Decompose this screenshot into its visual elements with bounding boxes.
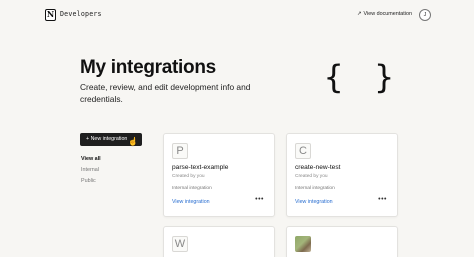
integration-initial-icon: W (172, 236, 188, 252)
braces-illustration: { } (324, 58, 400, 96)
top-bar: N Developers ↗ View documentation J (0, 0, 474, 30)
integration-photo-icon (295, 236, 311, 252)
filter-internal[interactable]: Internal (81, 167, 99, 173)
integration-card[interactable] (286, 226, 398, 257)
view-integration-link[interactable]: View integration (172, 199, 210, 205)
pointer-cursor-icon: ☝ (128, 137, 138, 146)
notion-logo-icon[interactable]: N (45, 9, 56, 21)
integration-initial-icon: C (295, 143, 311, 159)
integration-card[interactable]: W (163, 226, 275, 257)
more-options-icon[interactable]: ••• (255, 196, 264, 203)
integration-initial-icon: P (172, 143, 188, 159)
integration-name: parse-text-example (172, 164, 229, 171)
page-title: My integrations (80, 57, 216, 78)
avatar[interactable]: J (419, 9, 431, 21)
integration-creator: Created by you (295, 174, 328, 179)
external-arrow-icon: ↗ (357, 11, 362, 17)
integration-card[interactable]: P parse-text-example Created by you Inte… (163, 133, 275, 217)
integration-card[interactable]: C create-new-test Created by you Interna… (286, 133, 398, 217)
page-subtitle: Create, review, and edit development inf… (80, 82, 251, 104)
filter-view-all[interactable]: View all (81, 156, 101, 162)
integration-type: Internal integration (295, 186, 335, 191)
integration-name: create-new-test (295, 164, 341, 171)
brand-title[interactable]: Developers (60, 10, 102, 18)
filter-public[interactable]: Public (81, 178, 96, 184)
view-documentation-label: View documentation (363, 11, 412, 17)
more-options-icon[interactable]: ••• (378, 196, 387, 203)
view-integration-link[interactable]: View integration (295, 199, 333, 205)
integration-type: Internal integration (172, 186, 212, 191)
view-documentation-link[interactable]: ↗ View documentation (357, 11, 412, 17)
integration-creator: Created by you (172, 174, 205, 179)
